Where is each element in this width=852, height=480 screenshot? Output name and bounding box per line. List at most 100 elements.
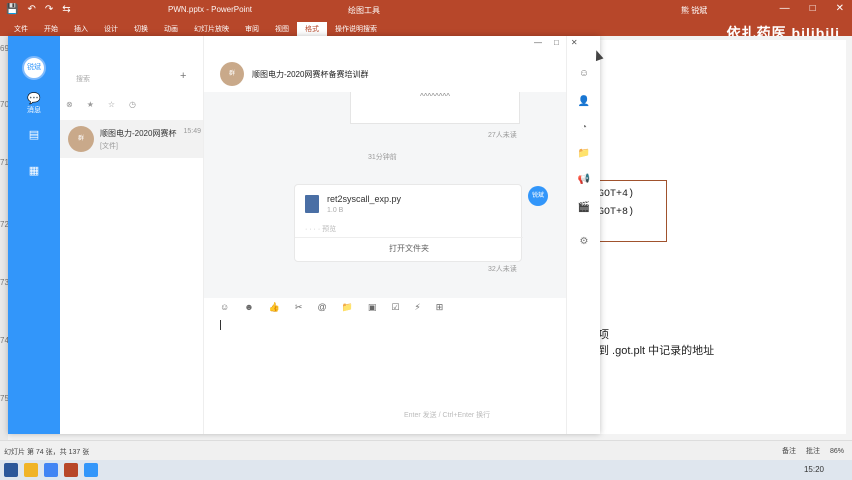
context-tool-label: 绘图工具 <box>348 6 380 15</box>
avatar[interactable]: 锐斌 <box>528 186 548 206</box>
conversation-preview: [文件] <box>100 143 118 150</box>
sidebar-item-apps[interactable]: ▦ <box>8 164 60 177</box>
tab-insert[interactable]: 插入 <box>66 22 96 36</box>
favorite-icon[interactable]: ☆ <box>108 100 115 109</box>
avatar[interactable]: 锐斌 <box>22 56 46 80</box>
read-receipt[interactable]: 27人未读 <box>488 130 517 140</box>
browser-icon[interactable] <box>44 463 58 477</box>
explorer-icon[interactable] <box>24 463 38 477</box>
settings-icon[interactable]: ⚙ <box>567 236 601 247</box>
dingtalk-sidebar: 锐斌 💬 消息 ▤ ▦ <box>8 36 60 434</box>
dingtalk-window-controls: — □ ✕ <box>534 38 578 47</box>
dingtalk-window: 锐斌 💬 消息 ▤ ▦ 搜索 + ⊗ ★ ☆ ◷ 群 顺图电力-2020网赛杯 … <box>8 36 600 434</box>
redo-icon[interactable]: ↷ <box>45 4 53 15</box>
undo-icon[interactable]: ↶ <box>27 4 35 15</box>
tab-view[interactable]: 视图 <box>267 22 297 36</box>
open-folder-button[interactable]: 打开文件夹 <box>295 237 523 259</box>
folder-icon[interactable]: 📁 <box>342 302 353 313</box>
app-icon: ▦ <box>28 165 40 177</box>
sticker-icon[interactable]: ☻ <box>244 302 253 313</box>
vertical-ruler: 69 70 71 72 73 74 75 <box>0 36 9 440</box>
got-line: GOT+8) <box>598 207 635 218</box>
minimize-button[interactable]: — <box>534 38 542 47</box>
file-message-card[interactable]: ret2syscall_exp.py 1.0 B · · · · 预览 打开文件… <box>294 184 523 262</box>
clock-icon[interactable]: ◷ <box>129 100 136 109</box>
file-size: 1.0 B <box>327 207 344 214</box>
close-button[interactable]: ✕ <box>836 3 844 14</box>
start-icon[interactable] <box>4 463 18 477</box>
quick-access-toolbar: 💾 ↶ ↷ ⇆ <box>6 4 71 15</box>
search-input[interactable]: 搜索 <box>68 72 188 88</box>
user-name[interactable]: 熊 锐斌 <box>681 5 707 16</box>
tab-review[interactable]: 审阅 <box>237 22 267 36</box>
sidebar-item-messages[interactable]: 💬 消息 <box>8 92 60 115</box>
read-receipt[interactable]: 32人未读 <box>488 264 517 274</box>
save-icon[interactable]: 💾 <box>6 4 18 15</box>
maximize-button[interactable]: □ <box>810 3 816 14</box>
tab-home[interactable]: 开始 <box>36 22 66 36</box>
tab-format[interactable]: 格式 <box>297 22 327 36</box>
conversation-name: 顺图电力-2020网赛杯 <box>100 129 177 138</box>
avatar: 群 <box>68 126 94 152</box>
file-name[interactable]: ret2syscall_exp.py <box>327 194 401 204</box>
slide-counter: 幻灯片 第 74 张，共 137 张 <box>4 449 90 456</box>
got-line: GOT+4) <box>598 189 635 200</box>
tab-animations[interactable]: 动画 <box>156 22 186 36</box>
chat-title[interactable]: 顺图电力-2020网赛杯备赛培训群 <box>252 69 368 80</box>
message-input[interactable] <box>220 320 221 330</box>
file-meta: · · · · 预览 <box>305 226 337 233</box>
at-icon[interactable]: @ <box>317 302 326 313</box>
tab-design[interactable]: 设计 <box>96 22 126 36</box>
chat-panel: 群 顺图电力-2020网赛杯备赛培训群 ^^^^^^^^ 27人未读 31分钟前… <box>204 36 566 434</box>
conversation-list <box>60 36 204 434</box>
message-timestamp: 31分钟前 <box>368 154 397 161</box>
list-item[interactable]: 群 顺图电力-2020网赛杯 15:49 [文件] <box>60 120 203 158</box>
sidebar-item-docs[interactable]: ▤ <box>8 128 60 141</box>
got-table-box[interactable]: GOT+4) GOT+8) <box>592 180 667 242</box>
scissors-icon[interactable]: ✂ <box>295 302 303 313</box>
powerpoint-icon[interactable] <box>64 463 78 477</box>
tab-slideshow[interactable]: 幻灯片放映 <box>186 22 237 36</box>
chat-side-toolbar: ☺ 👤 ◔ 📁 📢 🎬 ⚙ <box>566 36 600 434</box>
status-bar: 幻灯片 第 74 张，共 137 张 备注 批注 86% <box>0 440 852 460</box>
clock: 15:20 <box>803 465 824 474</box>
filter-icon[interactable]: ⊗ <box>66 100 73 109</box>
notes-button[interactable]: 备注 <box>782 446 796 456</box>
customize-icon[interactable]: ⇆ <box>62 4 70 15</box>
message-area[interactable]: ^^^^^^^^ 27人未读 31分钟前 ret2syscall_exp.py … <box>204 92 566 298</box>
add-button[interactable]: + <box>180 70 186 82</box>
announcement-icon[interactable]: 📢 <box>567 174 601 185</box>
more-icon[interactable]: ⊞ <box>436 302 444 313</box>
emoji-icon[interactable]: ☺ <box>567 68 601 79</box>
python-file-icon <box>305 195 319 213</box>
compose-toolbar: ☺ ☻ 👍 ✂ @ 📁 ▣ ☑ ⚡ ⊞ <box>220 302 443 313</box>
add-member-icon[interactable]: 👤 <box>567 96 601 107</box>
close-button[interactable]: ✕ <box>571 38 578 47</box>
video-icon[interactable]: 🎬 <box>567 202 601 213</box>
conversation-filters: ⊗ ★ ☆ ◷ <box>66 100 136 109</box>
thumbs-up-icon[interactable]: 👍 <box>269 302 280 313</box>
minimize-button[interactable]: — <box>780 3 790 14</box>
tab-file[interactable]: 文件 <box>6 22 36 36</box>
tab-transitions[interactable]: 切换 <box>126 22 156 36</box>
maximize-button[interactable]: □ <box>554 38 559 47</box>
chat-history-icon[interactable]: ◔ <box>567 122 601 133</box>
emoji-icon[interactable]: ☺ <box>220 302 229 313</box>
document-title: PWN.pptx - PowerPoint <box>168 5 253 14</box>
doc-icon: ▤ <box>28 129 40 141</box>
powerpoint-window-controls: — □ ✕ <box>780 3 844 14</box>
conversation-time: 15:49 <box>183 128 201 135</box>
zoom-level[interactable]: 86% <box>830 448 844 455</box>
image-icon[interactable]: ▣ <box>368 302 377 313</box>
tab-tell-me[interactable]: 操作说明搜索 <box>327 22 385 36</box>
star-icon[interactable]: ★ <box>87 100 94 109</box>
comments-button[interactable]: 批注 <box>806 446 820 456</box>
lightning-icon[interactable]: ⚡ <box>414 302 420 313</box>
dingtalk-icon[interactable] <box>84 463 98 477</box>
previous-message-card[interactable]: ^^^^^^^^ <box>350 92 520 124</box>
task-icon[interactable]: ☑ <box>391 302 399 313</box>
chat-icon: 💬 <box>27 93 41 105</box>
files-icon[interactable]: 📁 <box>567 148 601 159</box>
windows-taskbar: 15:20 <box>0 460 852 480</box>
avatar[interactable]: 群 <box>220 62 244 86</box>
